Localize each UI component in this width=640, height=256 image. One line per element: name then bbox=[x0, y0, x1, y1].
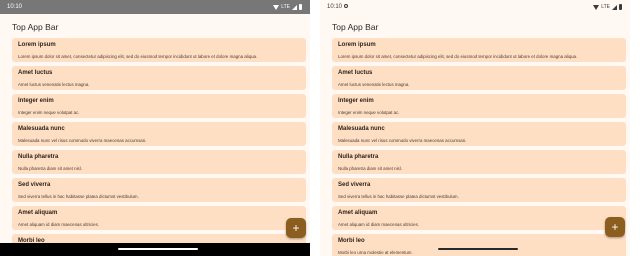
top-app-bar-title: Top App Bar bbox=[332, 22, 379, 32]
item-headline: Morbi leo bbox=[338, 238, 365, 244]
right-phone-screen: 10:10 LTE Top App Bar Lorem ipsum Lorem i… bbox=[320, 0, 630, 256]
list-item[interactable]: Nulla pharetra Nulla pharetra diam sit am… bbox=[332, 150, 626, 174]
card-list[interactable]: Lorem ipsum Lorem ipsum dolor sit amet, c… bbox=[12, 38, 306, 256]
status-time: 10:10 bbox=[327, 4, 349, 10]
item-supporting-text: Amet luctus venenatis lectus magna. bbox=[18, 82, 90, 87]
item-supporting-text: Amet aliquam id diam maecenas ultricies. bbox=[338, 222, 420, 227]
list-item[interactable]: Morbi leo Morbi leo urna molestie at elem… bbox=[332, 234, 626, 256]
signal-icon bbox=[292, 4, 297, 10]
list-item[interactable]: Amet aliquam Amet aliquam id diam maecena… bbox=[12, 206, 306, 230]
list-item[interactable]: Integer enim Integer enim neque volutpat … bbox=[332, 94, 626, 118]
gesture-handle[interactable] bbox=[438, 248, 518, 250]
status-bar: 10:10 LTE bbox=[0, 0, 310, 14]
item-headline: Malesuada nunc bbox=[18, 126, 65, 132]
add-fab-button[interactable]: + bbox=[605, 217, 625, 237]
item-headline: Sed viverra bbox=[18, 182, 51, 188]
battery-icon bbox=[299, 4, 302, 10]
top-app-bar-title: Top App Bar bbox=[12, 22, 59, 32]
item-headline: Lorem ipsum bbox=[18, 42, 56, 48]
item-supporting-text: Integer enim neque volutpat ac. bbox=[18, 110, 80, 115]
status-time: 10:10 bbox=[7, 4, 23, 10]
item-supporting-text: Malesuada nunc vel risus commodo viverra… bbox=[338, 138, 467, 143]
wifi-icon bbox=[593, 4, 600, 10]
card-list[interactable]: Lorem ipsum Lorem ipsum dolor sit amet, c… bbox=[332, 38, 626, 256]
item-headline: Nulla pharetra bbox=[338, 154, 379, 160]
add-fab-button[interactable]: + bbox=[286, 218, 306, 238]
list-item[interactable]: Lorem ipsum Lorem ipsum dolor sit amet, c… bbox=[332, 38, 626, 62]
item-supporting-text: Lorem ipsum dolor sit amet, consectetur … bbox=[18, 54, 258, 59]
list-item[interactable]: Integer enim Integer enim neque volutpat … bbox=[12, 94, 306, 118]
item-supporting-text: Amet luctus venenatis lectus magna. bbox=[338, 82, 410, 87]
item-supporting-text: Lorem ipsum dolor sit amet, consectetur … bbox=[338, 54, 578, 59]
signal-icon bbox=[612, 4, 617, 10]
item-headline: Malesuada nunc bbox=[338, 126, 385, 132]
wifi-icon bbox=[273, 4, 280, 10]
network-type: LTE bbox=[281, 4, 290, 10]
list-item[interactable]: Amet luctus Amet luctus venenatis lectus … bbox=[332, 66, 626, 90]
item-supporting-text: Sed viverra tellus in hac habitasse plat… bbox=[18, 194, 139, 199]
add-icon: + bbox=[611, 220, 619, 234]
status-icons: LTE bbox=[273, 4, 302, 10]
item-headline: Amet aliquam bbox=[18, 210, 58, 216]
item-supporting-text: Nulla pharetra diam sit amet nisl. bbox=[18, 166, 82, 171]
list-item[interactable]: Malesuada nunc Malesuada nunc vel risus c… bbox=[12, 122, 306, 146]
item-headline: Sed viverra bbox=[338, 182, 371, 188]
item-supporting-text: Morbi leo urna molestie at elementum. bbox=[338, 250, 413, 255]
status-icons: LTE bbox=[593, 4, 622, 10]
item-supporting-text: Amet aliquam id diam maecenas ultricies. bbox=[18, 222, 100, 227]
list-item[interactable]: Amet aliquam Amet aliquam id diam maecena… bbox=[332, 206, 626, 230]
list-item[interactable]: Malesuada nunc Malesuada nunc vel risus c… bbox=[332, 122, 626, 146]
left-phone-screen: 10:10 LTE Top App Bar Lorem ipsum Lorem i… bbox=[0, 0, 310, 256]
notification-icon bbox=[344, 4, 349, 9]
network-type: LTE bbox=[601, 4, 610, 10]
list-item[interactable]: Sed viverra Sed viverra tellus in hac hab… bbox=[12, 178, 306, 202]
item-supporting-text: Integer enim neque volutpat ac. bbox=[338, 110, 400, 115]
item-headline: Amet aliquam bbox=[338, 210, 378, 216]
item-headline: Integer enim bbox=[18, 98, 54, 104]
item-supporting-text: Nulla pharetra diam sit amet nisl. bbox=[338, 166, 402, 171]
add-icon: + bbox=[292, 221, 300, 235]
item-supporting-text: Malesuada nunc vel risus commodo viverra… bbox=[18, 138, 147, 143]
item-headline: Amet luctus bbox=[18, 70, 53, 76]
list-item[interactable]: Amet luctus Amet luctus venenatis lectus … bbox=[12, 66, 306, 90]
battery-icon bbox=[619, 4, 622, 10]
status-bar: 10:10 LTE bbox=[320, 0, 630, 14]
item-supporting-text: Sed viverra tellus in hac habitasse plat… bbox=[338, 194, 459, 199]
item-headline: Lorem ipsum bbox=[338, 42, 376, 48]
item-headline: Integer enim bbox=[338, 98, 374, 104]
list-item[interactable]: Nulla pharetra Nulla pharetra diam sit am… bbox=[12, 150, 306, 174]
item-headline: Amet luctus bbox=[338, 70, 373, 76]
item-headline: Nulla pharetra bbox=[18, 154, 59, 160]
navigation-bar bbox=[0, 243, 310, 256]
gesture-handle[interactable] bbox=[118, 248, 198, 250]
list-item[interactable]: Lorem ipsum Lorem ipsum dolor sit amet, c… bbox=[12, 38, 306, 62]
list-item[interactable]: Sed viverra Sed viverra tellus in hac hab… bbox=[332, 178, 626, 202]
